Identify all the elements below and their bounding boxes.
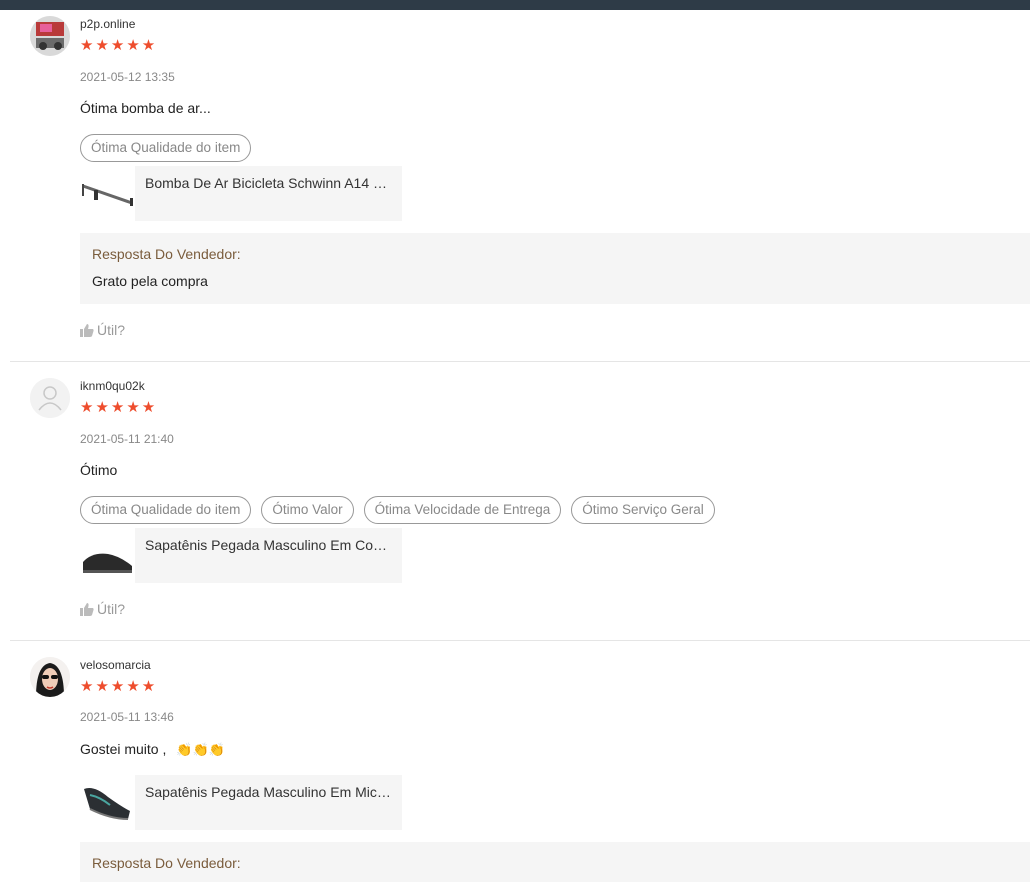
avatar[interactable] <box>30 378 70 418</box>
review-comment: Ótima bomba de ar... <box>80 100 211 116</box>
review-time: 2021-05-11 13:46 <box>80 710 174 724</box>
product-thumbnail <box>80 775 135 830</box>
username: velosomarcia <box>80 658 151 672</box>
helpful-label: Útil? <box>97 322 126 338</box>
seller-reply: Resposta Do Vendedor: <box>80 842 1030 882</box>
rating-stars: ★★★★★ <box>80 37 158 54</box>
divider <box>10 640 1030 641</box>
tag-value[interactable]: Ótimo Valor <box>261 496 354 524</box>
tag-service[interactable]: Ótimo Serviço Geral <box>571 496 715 524</box>
review-tags: Ótima Qualidade do item Ótimo Valor Ótim… <box>80 496 715 524</box>
review-tags: Ótima Qualidade do item <box>80 134 252 162</box>
helpful-label: Útil? <box>97 601 126 617</box>
thumbs-up-icon <box>80 324 94 337</box>
avatar[interactable] <box>30 657 70 697</box>
avatar[interactable] <box>30 16 70 56</box>
username: p2p.online <box>80 17 136 31</box>
product-link[interactable]: Sapatênis Pegada Masculino Em Micr... <box>80 775 402 830</box>
username: iknm0qu02k <box>80 379 145 393</box>
seller-reply-title: Resposta Do Vendedor: <box>92 246 241 262</box>
tag-delivery[interactable]: Ótima Velocidade de Entrega <box>363 496 562 524</box>
seller-reply-title: Resposta Do Vendedor: <box>92 855 241 871</box>
review-comment: Gostei muito , 👏👏👏 <box>80 741 225 758</box>
helpful-button[interactable]: Útil? <box>80 601 125 617</box>
product-thumbnail <box>80 528 135 583</box>
review-time: 2021-05-11 21:40 <box>80 432 174 446</box>
rating-stars: ★★★★★ <box>80 678 158 695</box>
tag-quality[interactable]: Ótima Qualidade do item <box>80 134 252 162</box>
rating-stars: ★★★★★ <box>80 399 158 416</box>
product-name[interactable]: Bomba De Ar Bicicleta Schwinn A14 1... <box>135 166 402 221</box>
product-link[interactable]: Bomba De Ar Bicicleta Schwinn A14 1... <box>80 166 402 221</box>
divider <box>10 361 1030 362</box>
helpful-button[interactable]: Útil? <box>80 322 125 338</box>
tag-quality[interactable]: Ótima Qualidade do item <box>80 496 252 524</box>
seller-reply-text: Grato pela compra <box>92 273 208 289</box>
review-comment: Ótimo <box>80 462 118 478</box>
review-time: 2021-05-12 13:35 <box>80 70 175 84</box>
seller-reply: Resposta Do Vendedor: Grato pela compra <box>80 233 1030 304</box>
thumbs-up-icon <box>80 603 94 616</box>
comment-text: Gostei muito , <box>80 741 167 757</box>
product-name[interactable]: Sapatênis Pegada Masculino Em Micr... <box>135 775 402 830</box>
product-link[interactable]: Sapatênis Pegada Masculino Em Cour... <box>80 528 402 583</box>
top-bar <box>0 0 1030 10</box>
clapping-hands-emoji: 👏👏👏 <box>176 742 225 757</box>
product-name[interactable]: Sapatênis Pegada Masculino Em Cour... <box>135 528 402 583</box>
product-thumbnail <box>80 166 135 221</box>
